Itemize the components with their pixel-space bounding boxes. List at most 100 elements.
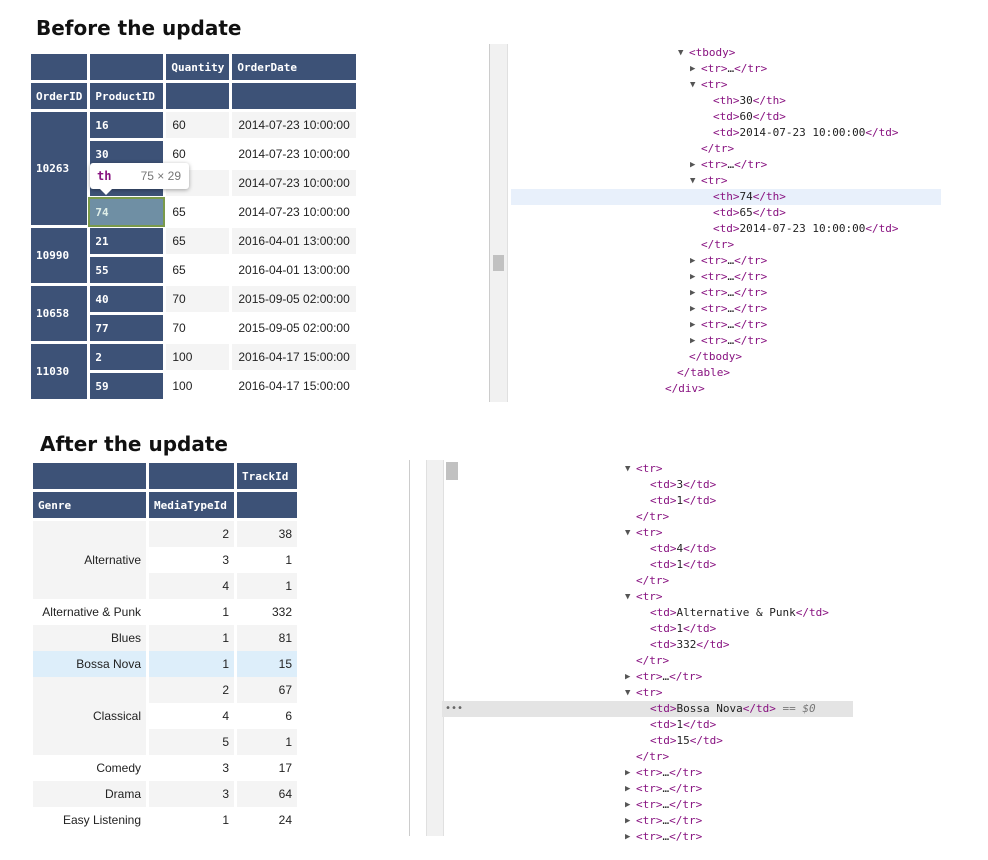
dom-tree-line[interactable]: <th>30</th> [490, 93, 941, 109]
dom-node-text: <td>65</td> [713, 206, 786, 219]
dom-tree-line[interactable]: ▼ <tr> [410, 589, 853, 605]
genre-cell-selected[interactable]: Bossa Nova [33, 651, 146, 677]
expand-down-icon[interactable]: ▼ [625, 685, 630, 701]
table-header-row: Quantity OrderDate [31, 54, 356, 80]
product-id-cell-highlighted[interactable]: 74 [88, 197, 166, 227]
dom-tree-line[interactable]: </tr> [490, 237, 941, 253]
expand-down-icon[interactable]: ▼ [625, 589, 630, 605]
track-cell: 15 [237, 651, 297, 677]
dom-tree-line[interactable]: <td>Alternative & Punk</td> [410, 605, 853, 621]
dom-tree-line[interactable]: ▶ <tr>…</tr> [490, 285, 941, 301]
expand-down-icon[interactable]: ▼ [690, 173, 695, 189]
collapse-right-icon[interactable]: ▶ [625, 813, 630, 829]
collapse-right-icon[interactable]: ▶ [690, 269, 695, 285]
expand-down-icon[interactable]: ▼ [690, 77, 695, 93]
dom-node-text: </tr> [701, 238, 735, 251]
dom-tree-line[interactable]: ▶ <tr>…</tr> [490, 157, 941, 173]
dom-tree-line[interactable]: ▼ <tbody> [490, 45, 941, 61]
dom-tree-line[interactable]: ▼ <tr> [490, 77, 941, 93]
before-heading: Before the update [36, 16, 242, 40]
genre-cell: Drama [33, 781, 146, 807]
table-row: 11030 2 100 2016-04-17 15:00:00 [31, 344, 356, 399]
collapse-right-icon[interactable]: ▶ [690, 253, 695, 269]
dom-tree-line[interactable]: </div> [490, 381, 941, 397]
dom-tree-line[interactable]: <td>1</td> [410, 557, 853, 573]
collapse-right-icon[interactable]: ▶ [690, 317, 695, 333]
dom-tree-line[interactable]: <td>1</td> [410, 717, 853, 733]
dom-node-text: </tr> [636, 510, 670, 523]
header-cell [31, 54, 88, 80]
date-cell: 2016-04-17 15:00:00 [232, 373, 356, 399]
dom-tree-line[interactable]: ▶ <tr>…</tr> [490, 333, 941, 349]
tooltip-tag: th [97, 169, 112, 183]
collapse-right-icon[interactable]: ▶ [625, 829, 630, 845]
collapse-right-icon[interactable]: ▶ [625, 797, 630, 813]
dom-tree-line[interactable]: ▶ <tr>…</tr> [410, 797, 853, 813]
quantity-cell: 70 [166, 315, 230, 341]
dom-tree-line[interactable]: <th>74</th> [511, 189, 941, 205]
collapse-right-icon[interactable]: ▶ [625, 669, 630, 685]
dom-node-text: <td>Alternative & Punk</td> [650, 606, 829, 619]
dom-tree-line[interactable]: ▼ <tr> [410, 461, 853, 477]
dom-tree-line[interactable]: ▶ <tr>…</tr> [410, 765, 853, 781]
dom-tree-line[interactable]: <td>65</td> [490, 205, 941, 221]
dom-node-text: </div> [665, 382, 705, 395]
dom-tree-line[interactable]: ▶ <tr>…</tr> [490, 317, 941, 333]
genre-cell: Comedy [33, 755, 146, 781]
dom-tree-line[interactable]: </tr> [410, 573, 853, 589]
dom-tree-line[interactable]: </tbody> [490, 349, 941, 365]
dom-tree-line[interactable]: <td>4</td> [410, 541, 853, 557]
dom-tree-line[interactable]: </tr> [490, 141, 941, 157]
order-id-cell: 11030 [31, 344, 88, 399]
quantity-cell: 100 [166, 373, 230, 399]
dom-tree-line[interactable]: <td>60</td> [490, 109, 941, 125]
expand-down-icon[interactable]: ▼ [625, 461, 630, 477]
collapse-right-icon[interactable]: ▶ [690, 61, 695, 77]
dom-tree-line[interactable]: ▶ <tr>…</tr> [410, 669, 853, 685]
dom-tree-line[interactable]: ▶ <tr>…</tr> [490, 301, 941, 317]
devtools-elements-panel-before: ▼ <tbody> ▶ <tr>…</tr> ▼ <tr> <th>30</th> <td>6… [489, 44, 941, 402]
header-orderid: OrderID [31, 83, 88, 109]
dom-tree-line[interactable]: <td>1</td> [410, 621, 853, 637]
dom-node-text: <tr>…</tr> [701, 270, 768, 283]
product-id-cell: 55 [90, 257, 164, 283]
header-productid: ProductID [90, 83, 164, 109]
dom-tree-line[interactable]: <td>2014-07-23 10:00:00</td> [490, 125, 941, 141]
dom-tree-line[interactable]: ▶ <tr>…</tr> [410, 829, 853, 845]
dom-tree-line[interactable]: ▶ <tr>…</tr> [490, 253, 941, 269]
date-cell: 2014-07-23 10:00:00 [232, 170, 356, 196]
dom-tree-line[interactable]: <td>15</td> [410, 733, 853, 749]
more-options-icon[interactable]: ••• [445, 701, 463, 717]
collapse-right-icon[interactable]: ▶ [625, 781, 630, 797]
table-row: Classical 2 67 [33, 677, 297, 755]
dom-tree-line[interactable]: <td>Bossa Nova</td> == $0 [442, 701, 853, 717]
collapse-right-icon[interactable]: ▶ [690, 157, 695, 173]
dom-tree-line[interactable]: ▶ <tr>…</tr> [490, 269, 941, 285]
dom-tree-line[interactable]: ▼ <tr> [490, 173, 941, 189]
devtools-elements-panel-after: ▼ <tr> <td>3</td> <td>1</td> </tr> ▼ <tr> <td>4… [409, 460, 853, 843]
genre-cell: Classical [33, 677, 146, 755]
tooltip-dimensions: 75 × 29 [140, 169, 181, 183]
collapse-right-icon[interactable]: ▶ [625, 765, 630, 781]
genre-cell: Blues [33, 625, 146, 651]
media-cell: 5 [149, 729, 234, 755]
collapse-right-icon[interactable]: ▶ [690, 301, 695, 317]
dom-tree-line[interactable]: </tr> [410, 509, 853, 525]
dom-tree-line[interactable]: </tr> [410, 749, 853, 765]
collapse-right-icon[interactable]: ▶ [690, 333, 695, 349]
dom-tree-line[interactable]: <td>2014-07-23 10:00:00</td> [490, 221, 941, 237]
dom-tree-line[interactable]: </table> [490, 365, 941, 381]
dom-tree-line[interactable]: ▼ <tr> [410, 685, 853, 701]
dom-tree-line[interactable]: ▼ <tr> [410, 525, 853, 541]
expand-down-icon[interactable]: ▼ [678, 45, 683, 61]
dom-tree-line[interactable]: ▶ <tr>…</tr> [490, 61, 941, 77]
dom-tree-line[interactable]: <td>332</td> [410, 637, 853, 653]
dom-tree-line[interactable]: </tr> [410, 653, 853, 669]
collapse-right-icon[interactable]: ▶ [690, 285, 695, 301]
dom-tree-line[interactable]: <td>3</td> [410, 477, 853, 493]
dom-tree-line[interactable]: ▶ <tr>…</tr> [410, 781, 853, 797]
dom-tree-line[interactable]: ▶ <tr>…</tr> [410, 813, 853, 829]
header-cell [33, 463, 146, 489]
expand-down-icon[interactable]: ▼ [625, 525, 630, 541]
dom-tree-line[interactable]: <td>1</td> [410, 493, 853, 509]
